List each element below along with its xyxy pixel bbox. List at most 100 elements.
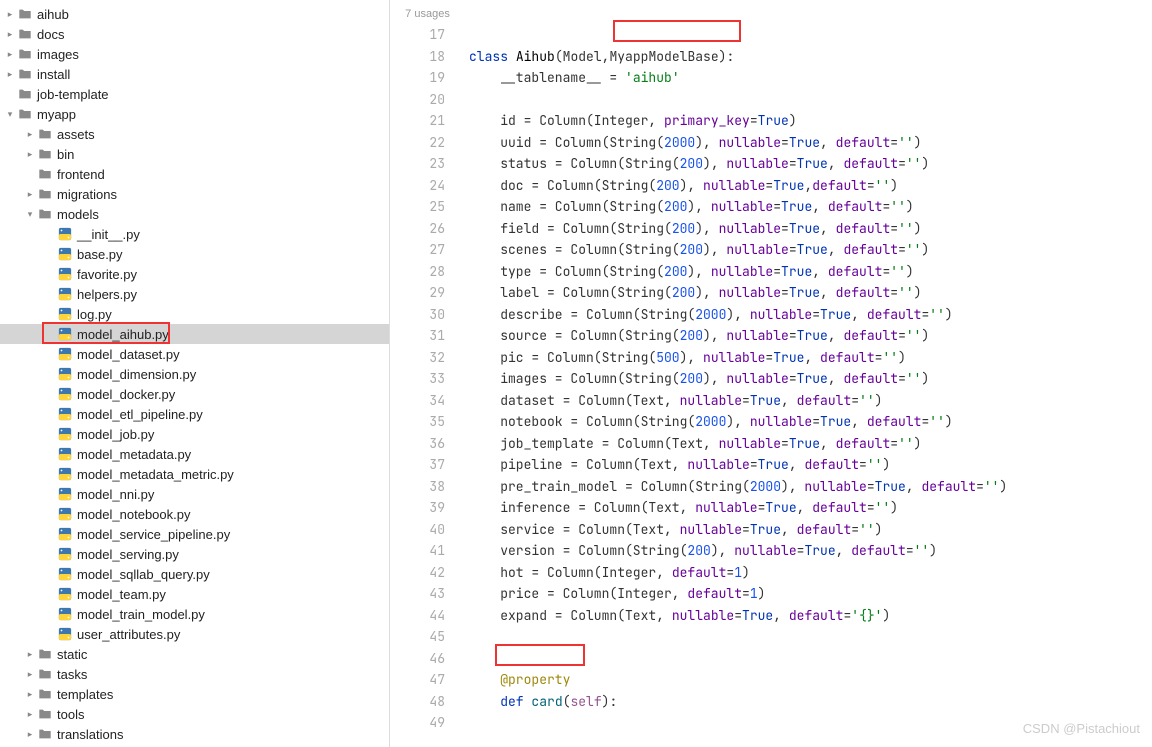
project-tree[interactable]: ▸aihub▸docs▸images▸install▸job-template▾… bbox=[0, 0, 390, 747]
tree-folder[interactable]: ▸assets bbox=[0, 124, 389, 144]
tree-folder[interactable]: ▸migrations bbox=[0, 184, 389, 204]
tree-folder[interactable]: ▸templates bbox=[0, 684, 389, 704]
chevron-right-icon[interactable]: ▸ bbox=[24, 708, 36, 720]
tree-file[interactable]: ▸model_metadata.py bbox=[0, 444, 389, 464]
chevron-right-icon[interactable]: ▸ bbox=[24, 188, 36, 200]
line-number: 32 bbox=[390, 347, 445, 369]
folder-icon bbox=[18, 47, 32, 61]
line-number: 37 bbox=[390, 454, 445, 476]
python-file-icon bbox=[58, 327, 72, 341]
tree-folder[interactable]: ▸translations bbox=[0, 724, 389, 744]
tree-folder[interactable]: ▸frontend bbox=[0, 164, 389, 184]
tree-file[interactable]: ▸__init__.py bbox=[0, 224, 389, 244]
tree-file[interactable]: ▸model_service_pipeline.py bbox=[0, 524, 389, 544]
tree-item-label: model_docker.py bbox=[77, 387, 175, 402]
tree-item-label: model_aihub.py bbox=[77, 327, 169, 342]
tree-file[interactable]: ▸model_docker.py bbox=[0, 384, 389, 404]
tree-folder[interactable]: ▸docs bbox=[0, 24, 389, 44]
chevron-down-icon[interactable]: ▾ bbox=[4, 108, 16, 120]
tree-item-label: model_dataset.py bbox=[77, 347, 180, 362]
line-number: 38 bbox=[390, 476, 445, 498]
tree-file[interactable]: ▸model_sqllab_query.py bbox=[0, 564, 389, 584]
tree-folder[interactable]: ▸tasks bbox=[0, 664, 389, 684]
watermark: CSDN @Pistachiout bbox=[1023, 718, 1140, 740]
tree-item-label: model_service_pipeline.py bbox=[77, 527, 230, 542]
line-number: 36 bbox=[390, 433, 445, 455]
tree-item-label: static bbox=[57, 647, 87, 662]
tree-item-label: model_notebook.py bbox=[77, 507, 190, 522]
chevron-down-icon[interactable]: ▾ bbox=[24, 208, 36, 220]
tree-file[interactable]: ▸favorite.py bbox=[0, 264, 389, 284]
python-file-icon bbox=[58, 267, 72, 281]
tree-folder[interactable]: ▸tools bbox=[0, 704, 389, 724]
tree-folder[interactable]: ▸ bin bbox=[0, 144, 389, 164]
tree-folder[interactable]: ▸aihub bbox=[0, 4, 389, 24]
line-number: 34 bbox=[390, 390, 445, 412]
tree-folder[interactable]: ▸ install bbox=[0, 64, 389, 84]
tree-file[interactable]: ▸model_serving.py bbox=[0, 544, 389, 564]
code-editor[interactable]: class Aihub(Model,MyappModelBase): __tab… bbox=[465, 0, 1152, 747]
line-number: 28 bbox=[390, 261, 445, 283]
line-number: 20 bbox=[390, 89, 445, 111]
chevron-right-icon[interactable]: ▸ bbox=[24, 688, 36, 700]
line-gutter: 7 usages 1718192021222324252627282930313… bbox=[390, 0, 465, 747]
tree-file[interactable]: ▸model_aihub.py bbox=[0, 324, 389, 344]
tree-file[interactable]: ▸base.py bbox=[0, 244, 389, 264]
tree-file[interactable]: ▸helpers.py bbox=[0, 284, 389, 304]
tree-file[interactable]: ▸model_dimension.py bbox=[0, 364, 389, 384]
chevron-right-icon[interactable]: ▸ bbox=[24, 668, 36, 680]
tree-item-label: job-template bbox=[37, 87, 109, 102]
tree-file[interactable]: ▸model_dataset.py bbox=[0, 344, 389, 364]
tree-item-label: models bbox=[57, 207, 99, 222]
code-content[interactable]: class Aihub(Model,MyappModelBase): __tab… bbox=[469, 24, 1152, 712]
chevron-right-icon[interactable]: ▸ bbox=[24, 728, 36, 740]
chevron-right-icon[interactable]: ▸ bbox=[24, 648, 36, 660]
tree-item-label: helpers.py bbox=[77, 287, 137, 302]
tree-folder[interactable]: ▾myapp bbox=[0, 104, 389, 124]
tree-folder[interactable]: ▸job-template bbox=[0, 84, 389, 104]
python-file-icon bbox=[58, 287, 72, 301]
tree-file[interactable]: ▸model_team.py bbox=[0, 584, 389, 604]
chevron-right-icon[interactable]: ▸ bbox=[24, 128, 36, 140]
tree-item-label: model_job.py bbox=[77, 427, 154, 442]
tree-item-label: bin bbox=[57, 147, 74, 162]
chevron-right-icon[interactable]: ▸ bbox=[4, 48, 16, 60]
tree-file[interactable]: ▸model_etl_pipeline.py bbox=[0, 404, 389, 424]
line-number: 24 bbox=[390, 175, 445, 197]
python-file-icon bbox=[58, 467, 72, 481]
tree-file[interactable]: ▸model_metadata_metric.py bbox=[0, 464, 389, 484]
folder-icon bbox=[38, 647, 52, 661]
line-number: 29 bbox=[390, 282, 445, 304]
tree-file[interactable]: ▸model_nni.py bbox=[0, 484, 389, 504]
line-number: 22 bbox=[390, 132, 445, 154]
tree-folder[interactable]: ▸images bbox=[0, 44, 389, 64]
line-number: 46 bbox=[390, 648, 445, 670]
tree-item-label: log.py bbox=[77, 307, 112, 322]
python-file-icon bbox=[58, 547, 72, 561]
tree-item-label: install bbox=[37, 67, 70, 82]
python-file-icon bbox=[58, 247, 72, 261]
tree-item-label: model_sqllab_query.py bbox=[77, 567, 210, 582]
line-number: 39 bbox=[390, 497, 445, 519]
tree-file[interactable]: ▸log.py bbox=[0, 304, 389, 324]
line-number: 25 bbox=[390, 196, 445, 218]
chevron-right-icon[interactable]: ▸ bbox=[4, 8, 16, 20]
tree-file[interactable]: ▸model_notebook.py bbox=[0, 504, 389, 524]
tree-file[interactable]: ▸model_job.py bbox=[0, 424, 389, 444]
tree-file[interactable]: ▸model_train_model.py bbox=[0, 604, 389, 624]
chevron-right-icon[interactable]: ▸ bbox=[4, 28, 16, 40]
line-number: 31 bbox=[390, 325, 445, 347]
chevron-right-icon[interactable]: ▸ bbox=[24, 148, 36, 160]
usages-hint[interactable]: 7 usages bbox=[390, 4, 465, 26]
folder-icon bbox=[38, 207, 52, 221]
line-number: 48 bbox=[390, 691, 445, 713]
tree-item-label: model_serving.py bbox=[77, 547, 179, 562]
chevron-right-icon[interactable]: ▸ bbox=[4, 68, 16, 80]
tree-folder[interactable]: ▾ models bbox=[0, 204, 389, 224]
tree-folder[interactable]: ▸ static bbox=[0, 644, 389, 664]
folder-icon bbox=[38, 727, 52, 741]
line-number: 41 bbox=[390, 540, 445, 562]
tree-item-label: model_metadata_metric.py bbox=[77, 467, 234, 482]
tree-file[interactable]: ▸user_attributes.py bbox=[0, 624, 389, 644]
line-number: 30 bbox=[390, 304, 445, 326]
